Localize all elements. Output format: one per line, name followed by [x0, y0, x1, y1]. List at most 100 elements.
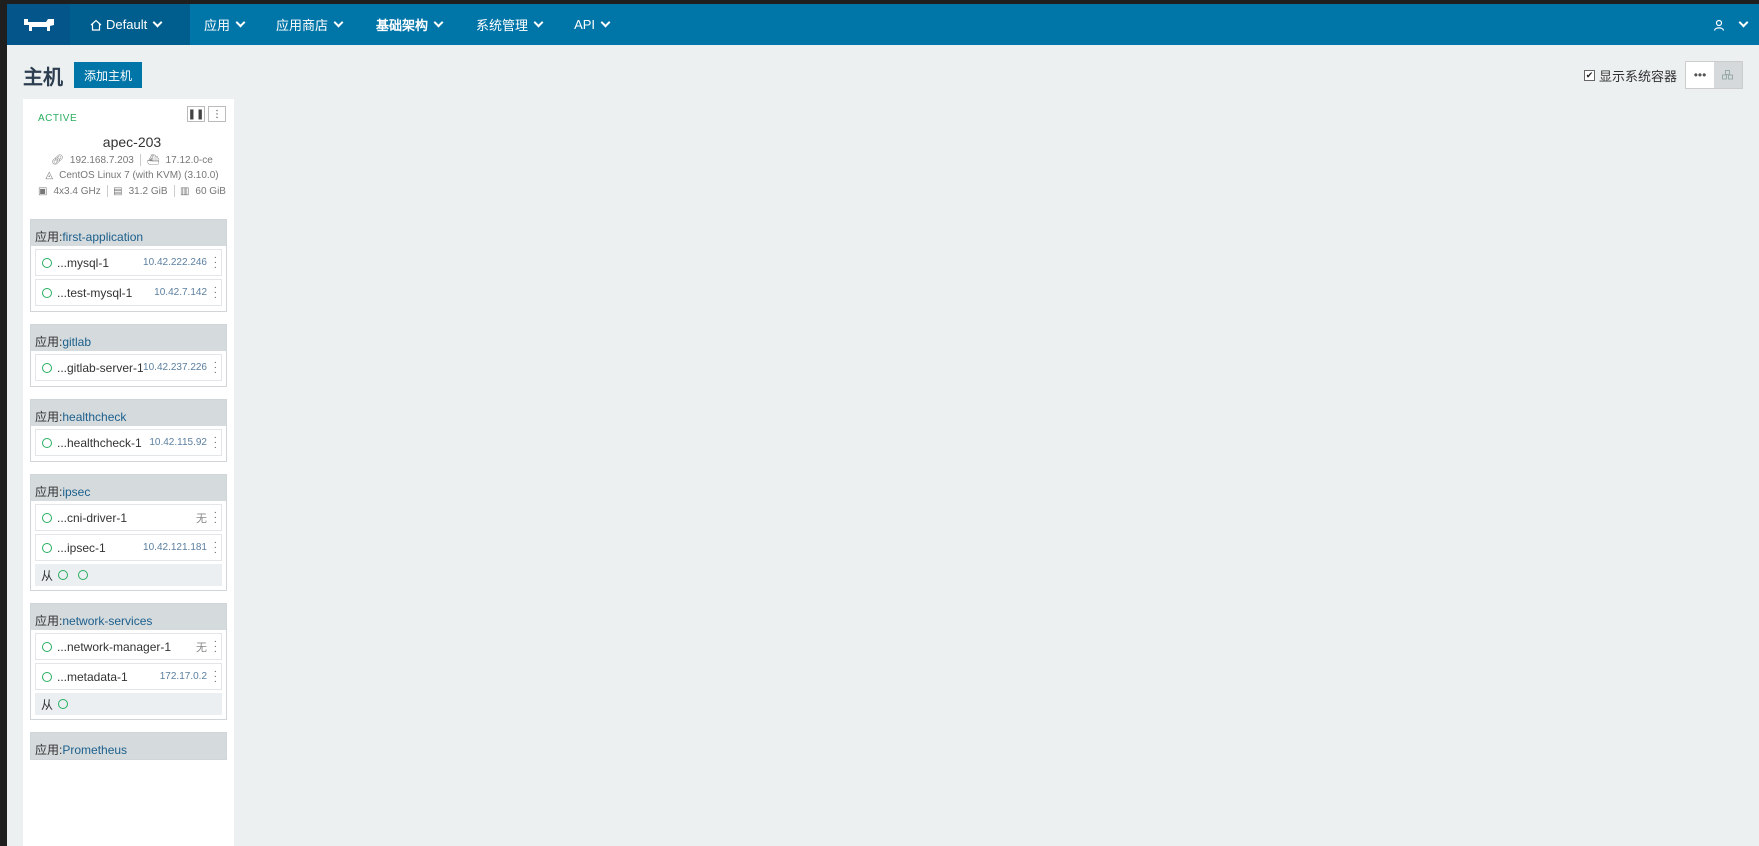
sidekick-status-icon[interactable] [58, 570, 69, 580]
header-controls: ✔ 显示系统容器 ••• [1583, 60, 1743, 90]
stack-prefix: 应用: [35, 410, 63, 424]
container-ip: 10.42.222.246 [143, 257, 207, 268]
running-status-icon [42, 512, 52, 523]
nav-api[interactable]: API [558, 4, 625, 45]
nav-apps[interactable]: 应用 [190, 4, 260, 45]
container-menu-icon[interactable]: · · · [214, 538, 217, 558]
host-resources-row: ▣ 4x3.4 GHz ▤ 31.2 GiB ▥ 60 GiB [38, 185, 226, 197]
stack-containers: ...mysql-1 10.42.222.246 · · · ...test-mysql-… [31, 246, 226, 311]
container-name[interactable]: ...mysql-1 [57, 256, 143, 270]
stack-containers: ...network-manager-1 无 · · · ...metadata-1 172… [31, 630, 226, 719]
container-row[interactable]: ...metadata-1 172.17.0.2 · · · [35, 663, 222, 690]
nav-infrastructure[interactable]: 基础架构 [358, 4, 458, 45]
memory-icon: ▤ [113, 185, 123, 197]
container-ip: 无 [196, 641, 207, 654]
grouped-view-button[interactable] [1714, 62, 1742, 88]
container-name[interactable]: ...network-manager-1 [57, 640, 196, 654]
stack-link[interactable]: Prometheus [62, 743, 127, 757]
stack-header: 应用:healthcheck [31, 400, 226, 426]
container-menu-icon[interactable]: · · · [214, 283, 217, 303]
container-ip: 10.42.121.181 [143, 542, 207, 553]
divider [139, 154, 141, 166]
running-status-icon [42, 542, 52, 553]
stack-group: 应用:ipsec ...cni-driver-1 无 · · · ...ipsec-1 10.… [30, 474, 227, 591]
stack-link[interactable]: healthcheck [62, 410, 126, 424]
show-system-toggle[interactable]: ✔ 显示系统容器 [1583, 66, 1677, 85]
docker-version: 17.12.0-ce [165, 154, 213, 166]
container-name[interactable]: ...gitlab-server-1 [57, 361, 143, 375]
host-actions: ❚❚ ⋮ [187, 106, 226, 122]
container-ip: 10.42.115.92 [149, 437, 207, 448]
host-ip: 192.168.7.203 [69, 154, 134, 166]
environment-name: Default [106, 17, 148, 32]
stack-list: 应用:first-application ...mysql-1 10.42.222.… [23, 219, 234, 760]
host-name[interactable]: apec-203 [38, 134, 226, 150]
running-status-icon [42, 671, 52, 682]
show-system-label: 显示系统容器 [1598, 68, 1677, 84]
stack-group: 应用:Prometheus [30, 732, 227, 760]
stack-prefix: 应用: [35, 230, 63, 244]
host-network-row: 🔗︎ 192.168.7.203 ⛴︎ 17.12.0-ce [38, 154, 226, 166]
host-cpu: 4x3.4 GHz [53, 185, 101, 197]
container-name[interactable]: ...healthcheck-1 [57, 436, 149, 450]
container-ip: 10.42.7.142 [154, 287, 207, 298]
chevron-down-icon [152, 17, 163, 28]
nav-catalog[interactable]: 应用商店 [260, 4, 358, 45]
pause-button[interactable]: ❚❚ [187, 106, 205, 122]
list-view-button[interactable]: ••• [1686, 62, 1714, 88]
container-row[interactable]: ...cni-driver-1 无 · · · [35, 504, 222, 531]
stack-link[interactable]: gitlab [62, 335, 91, 349]
container-menu-icon[interactable]: · · · [214, 253, 217, 273]
container-menu-icon[interactable]: · · · [214, 667, 217, 687]
chevron-down-icon [235, 17, 246, 28]
linux-icon: ◬ [45, 170, 54, 181]
stack-link[interactable]: ipsec [62, 485, 90, 499]
stack-link[interactable]: network-services [62, 614, 152, 628]
stack-header: 应用:network-services [31, 604, 226, 630]
container-menu-icon[interactable]: · · · [214, 358, 217, 378]
chevron-down-icon [533, 17, 544, 28]
container-name[interactable]: ...cni-driver-1 [57, 511, 196, 525]
container-name[interactable]: ...metadata-1 [57, 670, 160, 684]
cpu-icon: ▣ [38, 185, 48, 197]
logo[interactable] [7, 4, 70, 45]
nav-admin[interactable]: 系统管理 [458, 4, 558, 45]
running-status-icon [42, 287, 52, 298]
user-menu[interactable] [1713, 4, 1759, 45]
link-icon: 🔗︎ [51, 154, 64, 166]
chevron-down-icon [333, 17, 344, 28]
stack-prefix: 应用: [35, 743, 63, 757]
container-name[interactable]: ...ipsec-1 [57, 541, 143, 555]
host-summary: ACTIVE ❚❚ ⋮ apec-203 🔗︎ 192.168.7.203 ⛴︎ 1… [23, 99, 234, 219]
container-row[interactable]: ...test-mysql-1 10.42.7.142 · · · [35, 279, 222, 306]
chevron-down-icon [433, 17, 444, 28]
environment-switcher[interactable]: Default [70, 4, 190, 45]
container-row[interactable]: ...gitlab-server-1 10.42.237.226 · · · [35, 354, 222, 381]
container-row[interactable]: ...healthcheck-1 10.42.115.92 · · · [35, 429, 222, 456]
host-card: ACTIVE ❚❚ ⋮ apec-203 🔗︎ 192.168.7.203 ⛴︎ 1… [23, 99, 234, 846]
container-ip: 172.17.0.2 [159, 671, 207, 682]
container-menu-icon[interactable]: · · · [214, 637, 217, 657]
stack-group: 应用:gitlab ...gitlab-server-1 10.42.237.226… [30, 324, 227, 387]
show-system-checkbox[interactable]: ✔ [1583, 69, 1595, 81]
stack-link[interactable]: first-application [62, 230, 143, 244]
nav-infrastructure-label: 基础架构 [376, 18, 429, 33]
container-row[interactable]: ...mysql-1 10.42.222.246 · · · [35, 249, 222, 276]
container-row[interactable]: ...ipsec-1 10.42.121.181 · · · [35, 534, 222, 561]
sidekick-status-icon[interactable] [58, 699, 69, 709]
container-menu-icon[interactable]: · · · [214, 433, 217, 453]
running-status-icon [42, 641, 52, 652]
stack-group: 应用:first-application ...mysql-1 10.42.222.… [30, 219, 227, 312]
sidekick-status-icon[interactable] [78, 570, 89, 580]
stack-header: 应用:Prometheus [31, 733, 226, 759]
running-status-icon [42, 437, 52, 448]
app-frame: Default 应用 应用商店 基础架构 系统管理 API 主机 添加主机 ✔ [7, 4, 1759, 846]
container-name[interactable]: ...test-mysql-1 [57, 286, 154, 300]
container-row[interactable]: ...network-manager-1 无 · · · [35, 633, 222, 660]
add-host-button[interactable]: 添加主机 [74, 62, 143, 88]
stack-group: 应用:network-services ...network-manager-1 无… [30, 603, 227, 720]
container-ip: 无 [196, 512, 207, 525]
host-menu-button[interactable]: ⋮ [208, 106, 226, 122]
pause-icon: ❚❚ [187, 108, 205, 120]
container-menu-icon[interactable]: · · · [214, 508, 217, 528]
